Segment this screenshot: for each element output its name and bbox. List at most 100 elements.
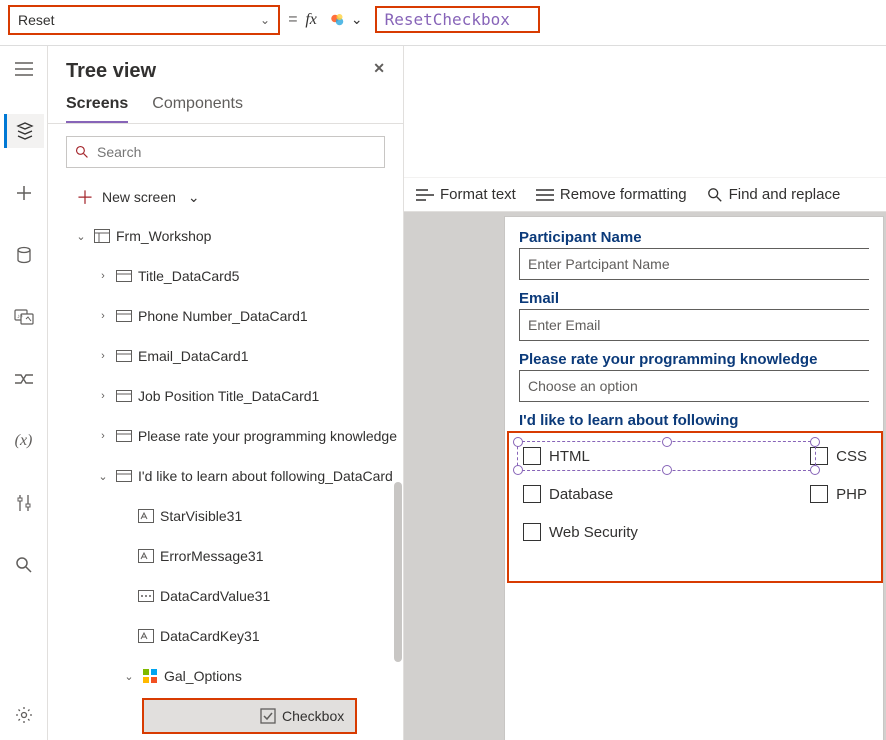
search-input[interactable] <box>97 144 376 160</box>
copilot-dropdown[interactable]: ⌄ <box>329 11 363 29</box>
remove-format-icon <box>536 188 554 202</box>
name-input[interactable]: Enter Partcipant Name <box>519 248 869 280</box>
chevron-right-icon[interactable]: › <box>96 430 110 442</box>
node-label: Checkbox <box>282 708 344 724</box>
field-name: Participant Name Enter Partcipant Name <box>519 229 869 280</box>
tree-panel: Tree view ✕ Screens Components ＋ New scr… <box>48 46 404 740</box>
tree-node-key[interactable]: DataCardKey31 <box>48 616 403 656</box>
node-label: I'd like to learn about following_DataCa… <box>138 468 393 484</box>
formula-value-highlight: ResetCheckbox <box>375 6 540 33</box>
formula-value[interactable]: ResetCheckbox <box>385 10 510 29</box>
scrollbar-thumb[interactable] <box>394 482 402 662</box>
settings-icon[interactable] <box>4 698 44 732</box>
tree-node-err[interactable]: ErrorMessage31 <box>48 536 403 576</box>
insert-icon[interactable] <box>4 176 44 210</box>
tree-title-row: Tree view ✕ <box>48 46 403 85</box>
close-icon[interactable]: ✕ <box>373 60 385 83</box>
canvas-column: Format text Remove formatting Find and r… <box>404 46 886 740</box>
card-icon <box>116 428 132 444</box>
tree-node-email-dc[interactable]: › Email_DataCard1 <box>48 336 403 376</box>
format-text-button[interactable]: Format text <box>416 186 516 203</box>
equals-label: = <box>288 11 297 29</box>
variables-icon[interactable]: (x) <box>4 424 44 458</box>
rate-dropdown[interactable]: Choose an option <box>519 370 869 402</box>
chevron-right-icon[interactable]: › <box>96 390 110 402</box>
checkbox-html-label: HTML <box>549 448 802 465</box>
tree-node-phone-dc[interactable]: › Phone Number_DataCard1 <box>48 296 403 336</box>
tree-search[interactable] <box>66 136 385 168</box>
form-icon <box>94 228 110 244</box>
card-icon <box>116 308 132 324</box>
tree-node-star[interactable]: StarVisible31 <box>48 496 403 536</box>
media-icon[interactable]: ♪♪ <box>4 300 44 334</box>
checkbox-grid-highlight: HTML <box>507 431 883 583</box>
chevron-down-icon: ⌄ <box>351 11 363 28</box>
data-icon[interactable] <box>4 238 44 272</box>
flows-icon[interactable] <box>4 362 44 396</box>
formula-editor[interactable]: Format text Remove formatting Find and r… <box>404 46 886 212</box>
email-input[interactable]: Enter Email <box>519 309 869 341</box>
tree-node-frm[interactable]: ⌄ Frm_Workshop <box>48 216 403 256</box>
tree-node-title-dc[interactable]: › Title_DataCard5 <box>48 256 403 296</box>
find-replace-button[interactable]: Find and replace <box>707 186 841 203</box>
node-label: Title_DataCard5 <box>138 268 239 284</box>
tree-node-checkbox[interactable]: Checkbox <box>142 698 357 734</box>
search-rail-icon[interactable] <box>4 548 44 582</box>
label-icon <box>138 548 154 564</box>
card-icon <box>116 268 132 284</box>
format-text-label: Format text <box>440 186 516 203</box>
chevron-down-icon[interactable]: ⌄ <box>122 670 136 683</box>
copilot-logo-icon <box>329 11 347 29</box>
tree-node-learn-dc[interactable]: ⌄ I'd like to learn about following_Data… <box>48 456 403 496</box>
checkbox-php[interactable] <box>810 485 828 503</box>
formula-toolbar: Format text Remove formatting Find and r… <box>404 177 886 211</box>
formula-bar: Reset ⌄ = fx ⌄ ResetCheckbox <box>0 0 886 46</box>
chevron-down-icon: ⌄ <box>188 189 200 206</box>
node-label: Frm_Workshop <box>116 228 211 244</box>
remove-formatting-button[interactable]: Remove formatting <box>536 186 687 203</box>
chevron-right-icon[interactable]: › <box>96 350 110 362</box>
email-label: Email <box>519 290 869 307</box>
name-label: Participant Name <box>519 229 869 246</box>
design-canvas[interactable]: Participant Name Enter Partcipant Name E… <box>404 212 886 740</box>
remove-formatting-label: Remove formatting <box>560 186 687 203</box>
chevron-down-icon[interactable]: ⌄ <box>96 470 110 483</box>
form-preview: Participant Name Enter Partcipant Name E… <box>504 216 884 740</box>
node-label: StarVisible31 <box>160 508 242 524</box>
chevron-down-icon[interactable]: ⌄ <box>74 230 88 243</box>
rate-label: Please rate your programming knowledge <box>519 351 869 368</box>
checkbox-database[interactable] <box>523 485 541 503</box>
tree-node-gal[interactable]: ⌄ Gal_Options <box>48 656 403 696</box>
treeview-icon[interactable] <box>4 114 44 148</box>
tab-components[interactable]: Components <box>152 95 243 123</box>
format-icon <box>416 188 434 202</box>
checkbox-database-label: Database <box>549 486 802 503</box>
fx-icon: fx <box>305 11 317 29</box>
checkbox-row-1: HTML <box>523 447 867 465</box>
checkbox-css[interactable] <box>810 447 828 465</box>
plus-icon: ＋ <box>76 184 94 210</box>
checkbox-websec[interactable] <box>523 523 541 541</box>
checkbox-websec-label: Web Security <box>549 524 867 541</box>
chevron-right-icon[interactable]: › <box>96 310 110 322</box>
tab-screens[interactable]: Screens <box>66 95 128 123</box>
tree-node-val[interactable]: DataCardValue31 <box>48 576 403 616</box>
new-screen-button[interactable]: ＋ New screen ⌄ <box>48 180 403 216</box>
checkbox-html[interactable] <box>523 447 541 465</box>
field-email: Email Enter Email <box>519 290 869 341</box>
left-rail: ♪♪ (x) <box>0 46 48 740</box>
hamburger-icon[interactable] <box>4 52 44 86</box>
tools-icon[interactable] <box>4 486 44 520</box>
tree-title: Tree view <box>66 60 156 83</box>
tree-node-rate-dc[interactable]: › Please rate your programming knowledge <box>48 416 403 456</box>
property-dropdown[interactable]: Reset ⌄ <box>8 5 280 35</box>
card-icon <box>116 348 132 364</box>
label-icon <box>138 628 154 644</box>
node-label: DataCardKey31 <box>160 628 260 644</box>
label-icon <box>138 508 154 524</box>
combobox-icon <box>138 588 154 604</box>
chevron-right-icon[interactable]: › <box>96 270 110 282</box>
tree-node-job-dc[interactable]: › Job Position Title_DataCard1 <box>48 376 403 416</box>
node-label: Email_DataCard1 <box>138 348 249 364</box>
gallery-icon <box>142 668 158 684</box>
